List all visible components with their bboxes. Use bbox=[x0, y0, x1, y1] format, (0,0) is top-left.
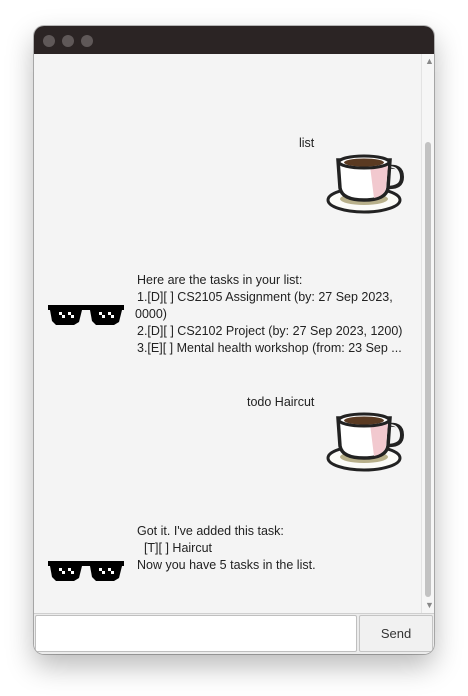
chat-scrollbar[interactable]: ▲ ▼ bbox=[421, 54, 434, 613]
scrollbar-thumb[interactable] bbox=[425, 142, 431, 597]
bot-message-line: 0000) bbox=[135, 307, 167, 321]
pixel-sunglasses-icon bbox=[48, 305, 124, 325]
scroll-down-arrow-icon[interactable]: ▼ bbox=[425, 601, 434, 610]
user-message-text: todo Haircut bbox=[247, 395, 315, 409]
chat-area[interactable]: list Here are the tasks in your list: 1.… bbox=[34, 54, 421, 613]
close-window-button[interactable] bbox=[43, 35, 55, 47]
bot-message-line: Now you have 5 tasks in the list. bbox=[137, 558, 316, 572]
bot-message-line: Got it. I've added this task: bbox=[137, 524, 284, 538]
coffee-cup-icon bbox=[326, 412, 405, 472]
input-bar: Send bbox=[34, 613, 434, 654]
maximize-window-button[interactable] bbox=[81, 35, 93, 47]
bot-message-line: 3.[E][ ] Mental health workshop (from: 2… bbox=[137, 341, 402, 355]
bot-message-line: 1.[D][ ] CS2105 Assignment (by: 27 Sep 2… bbox=[137, 290, 393, 304]
user-message-text: list bbox=[299, 136, 315, 150]
scroll-up-arrow-icon[interactable]: ▲ bbox=[425, 57, 434, 66]
send-button[interactable]: Send bbox=[359, 615, 433, 652]
bot-message-line: 2.[D][ ] CS2102 Project (by: 27 Sep 2023… bbox=[137, 324, 403, 338]
minimize-window-button[interactable] bbox=[62, 35, 74, 47]
message-input[interactable] bbox=[35, 615, 357, 652]
bot-message-line: [T][ ] Haircut bbox=[137, 541, 213, 555]
coffee-cup-icon bbox=[326, 154, 405, 214]
pixel-sunglasses-icon bbox=[48, 561, 124, 581]
title-bar bbox=[34, 26, 434, 54]
app-window: list Here are the tasks in your list: 1.… bbox=[34, 26, 434, 654]
bot-message-line: Here are the tasks in your list: bbox=[137, 273, 303, 287]
